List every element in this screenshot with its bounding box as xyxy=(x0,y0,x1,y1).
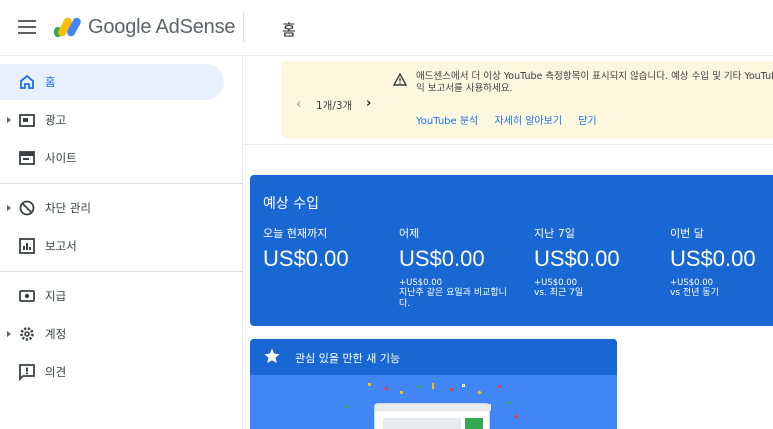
earnings-delta: +US$0.00 xyxy=(534,278,578,288)
block-icon xyxy=(19,200,35,216)
earnings-title: 예상 수입 xyxy=(263,196,319,212)
earnings-label: 지난 7일 xyxy=(534,227,575,240)
earnings-delta: +US$0.00 xyxy=(399,278,443,288)
confetti-decoration xyxy=(400,391,403,394)
earnings-label: 이번 달 xyxy=(670,227,704,240)
sidebar-item-label: 광고 xyxy=(45,113,67,127)
feedback-icon xyxy=(19,364,35,381)
confetti-decoration xyxy=(515,415,518,418)
sidebar-item-account[interactable]: 계정 xyxy=(0,316,224,352)
confetti-decoration xyxy=(498,385,501,388)
sidebar-item-label: 차단 관리 xyxy=(45,201,91,215)
sidebar-item-blocking[interactable]: 차단 관리 xyxy=(0,190,224,226)
earnings-label: 오늘 현재까지 xyxy=(263,227,328,240)
dismiss-link[interactable]: 닫기 xyxy=(578,116,596,127)
reports-icon xyxy=(19,238,35,254)
payments-icon xyxy=(19,290,35,302)
sidebar-item-home[interactable]: 홈 xyxy=(0,64,224,100)
earnings-last-7-days: 지난 7일 US$0.00 +US$0.00 vs. 최근 7일 xyxy=(534,225,664,299)
expand-arrow-icon[interactable] xyxy=(7,331,11,337)
top-bar: Google AdSense 홈 xyxy=(0,0,773,56)
feature-title: 관심 있을 만한 새 기능 xyxy=(295,352,401,365)
notice-message: 애드센스에서 더 이상 YouTube 측정항목이 표시되지 않습니다. 예상 … xyxy=(416,71,773,94)
confetti-decoration xyxy=(384,386,389,391)
warning-icon xyxy=(393,73,407,86)
chevron-right-icon[interactable]: › xyxy=(366,96,371,111)
sidebar-item-label: 의견 xyxy=(45,365,67,379)
ads-icon xyxy=(19,114,35,127)
new-features-card[interactable]: 관심 있을 만한 새 기능 xyxy=(250,339,617,429)
illustration-toolbar xyxy=(375,404,491,411)
home-icon xyxy=(20,74,34,89)
earnings-today: 오늘 현재까지 US$0.00 xyxy=(263,225,393,272)
earnings-card[interactable]: 예상 수입 오늘 현재까지 US$0.00 어제 US$0.00 +US$0.0… xyxy=(250,175,773,326)
sidebar: 홈 광고 사이트 차단 관리 보고서 지급 계정 의견 xyxy=(0,56,243,429)
sidebar-divider xyxy=(0,183,243,184)
notice-banner: ‹ 1개/3개 › 애드센스에서 더 이상 YouTube 측정항목이 표시되지… xyxy=(281,61,773,138)
sidebar-item-reports[interactable]: 보고서 xyxy=(0,228,224,264)
confetti-decoration xyxy=(432,383,434,389)
menu-icon[interactable] xyxy=(18,20,36,34)
sites-icon xyxy=(19,151,35,165)
expand-arrow-icon[interactable] xyxy=(7,117,11,123)
section-divider xyxy=(244,144,773,145)
confetti-decoration xyxy=(508,401,511,404)
youtube-analytics-link[interactable]: YouTube 분석 xyxy=(416,116,478,127)
header-divider xyxy=(243,12,244,42)
earnings-delta: +US$0.00 xyxy=(670,278,714,288)
confetti-decoration xyxy=(368,383,371,386)
earnings-value: US$0.00 xyxy=(263,246,349,271)
sidebar-item-label: 사이트 xyxy=(45,151,77,165)
earnings-value: US$0.00 xyxy=(670,246,756,271)
feature-illustration xyxy=(374,403,491,429)
earnings-compare: 지난주 같은 요일과 비교합니다. xyxy=(399,288,507,309)
earnings-value: US$0.00 xyxy=(399,246,485,271)
brand-name: Google AdSense xyxy=(88,16,236,38)
confetti-decoration xyxy=(418,385,421,388)
earnings-this-month: 이번 달 US$0.00 +US$0.00 vs 전년 동기 xyxy=(670,225,773,299)
notice-links: YouTube 분석 자세히 알아보기 닫기 xyxy=(416,112,610,127)
confetti-decoration xyxy=(345,405,348,408)
earnings-compare: vs. 최근 7일 xyxy=(534,288,584,298)
sidebar-item-label: 보고서 xyxy=(45,239,77,253)
confetti-decoration xyxy=(477,390,482,395)
page-title: 홈 xyxy=(282,21,296,39)
gear-icon xyxy=(20,327,34,341)
illustration-block xyxy=(465,418,483,429)
sidebar-item-payments[interactable]: 지급 xyxy=(0,278,224,314)
sidebar-item-label: 계정 xyxy=(45,327,67,341)
adsense-logo-icon xyxy=(54,17,81,37)
sidebar-item-label: 홈 xyxy=(45,75,56,89)
notice-pager: 1개/3개 xyxy=(316,100,353,112)
main-content: ‹ 1개/3개 › 애드센스에서 더 이상 YouTube 측정항목이 표시되지… xyxy=(244,56,773,429)
confetti-decoration xyxy=(462,384,465,387)
earnings-yesterday: 어제 US$0.00 +US$0.00 지난주 같은 요일과 비교합니다. xyxy=(399,225,529,310)
confetti-decoration xyxy=(450,388,453,391)
learn-more-link[interactable]: 자세히 알아보기 xyxy=(494,116,562,127)
illustration-block xyxy=(383,418,461,429)
sidebar-item-label: 지급 xyxy=(45,289,67,303)
sidebar-divider xyxy=(0,271,243,272)
feature-header: 관심 있을 만한 새 기능 xyxy=(250,339,617,375)
earnings-label: 어제 xyxy=(399,227,420,240)
chevron-left-icon[interactable]: ‹ xyxy=(296,97,301,112)
earnings-value: US$0.00 xyxy=(534,246,620,271)
sidebar-item-feedback[interactable]: 의견 xyxy=(0,354,224,390)
star-icon xyxy=(264,348,280,364)
earnings-compare: vs 전년 동기 xyxy=(670,288,719,298)
sidebar-item-sites[interactable]: 사이트 xyxy=(0,140,224,176)
expand-arrow-icon[interactable] xyxy=(7,205,11,211)
sidebar-item-ads[interactable]: 광고 xyxy=(0,102,224,138)
